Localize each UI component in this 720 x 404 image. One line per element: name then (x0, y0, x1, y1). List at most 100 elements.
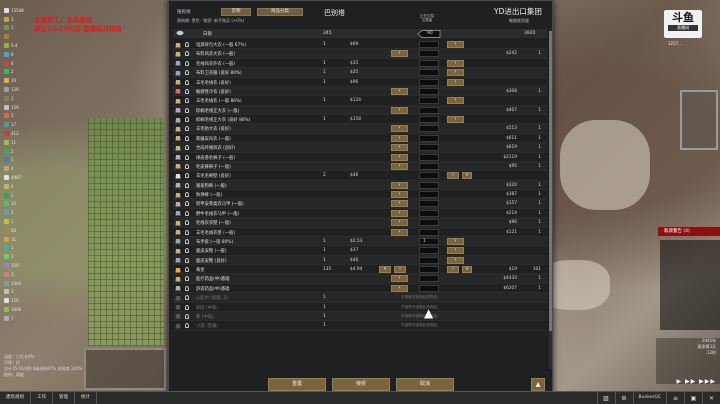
resource-row[interactable]: 5 (4, 112, 36, 121)
collapse-icon[interactable]: ▲ (531, 378, 545, 391)
trade-quantity-field[interactable] (419, 153, 439, 161)
transfer-right-button[interactable]: › (447, 59, 464, 67)
resource-row[interactable]: 7 (4, 314, 36, 323)
resource-row[interactable]: 1 (4, 94, 36, 103)
trade-quantity-field[interactable] (419, 209, 439, 217)
tab-assign[interactable]: 管理 (53, 392, 75, 404)
map-layer-icon[interactable]: ▨ (596, 392, 615, 404)
trade-row[interactable]: 敏感性冷衣 (良好) ‹ $308 1 (173, 86, 547, 97)
resource-row[interactable]: 0.4 (4, 41, 36, 50)
trade-row[interactable]: 电源背包大衣 (一般 67%) 1 $69 › (173, 40, 547, 50)
transfer-left-button[interactable]: ‹ (391, 191, 408, 198)
info-icon[interactable] (185, 51, 189, 57)
info-icon[interactable] (185, 135, 189, 141)
resource-row[interactable]: 11 (4, 138, 36, 147)
settings-icon[interactable]: ⚙ (614, 392, 633, 404)
close-icon[interactable]: ✕ (702, 392, 720, 404)
trade-row[interactable]: 鹿皮皮靴 (一般) 1 $37 › (173, 246, 547, 256)
resource-row[interactable]: 4 (4, 164, 36, 173)
accept-button[interactable]: 接受 (332, 378, 390, 391)
trade-quantity-field[interactable] (419, 116, 439, 123)
info-icon[interactable] (185, 238, 189, 244)
resource-row[interactable]: 1 (4, 191, 36, 200)
trade-quantity-field[interactable] (419, 247, 439, 255)
info-icon[interactable] (185, 323, 189, 329)
resource-row[interactable]: 2 (4, 68, 36, 77)
silver-row[interactable]: 白银 345 90 3920 (173, 29, 547, 38)
transfer-left-button[interactable]: ‹ (391, 87, 408, 95)
trade-quantity-field[interactable] (419, 284, 439, 292)
trade-row[interactable]: 合成纤维风衣 (良好) ‹ $619 1 (173, 143, 547, 153)
trade-quantity-field[interactable] (419, 200, 439, 208)
resource-row[interactable]: 1304 (4, 279, 36, 288)
info-icon[interactable] (185, 145, 189, 151)
reset-button[interactable]: 重置 (268, 378, 326, 391)
info-icon[interactable] (185, 257, 189, 263)
trade-row[interactable]: 舒适药品(中)基础 ‹ $6207 1 (173, 284, 547, 294)
info-icon[interactable] (185, 79, 189, 85)
info-icon[interactable] (185, 285, 189, 291)
resource-row[interactable]: 412 (4, 129, 36, 138)
trade-quantity-field[interactable] (419, 228, 439, 236)
transfer-left-button[interactable]: ‹ (391, 162, 408, 170)
trade-row[interactable]: 新疆皮风衣 (一般) ‹ $611 1 (173, 134, 547, 144)
trade-quantity-field[interactable] (419, 275, 439, 283)
transfer-left-button[interactable]: ‹ (391, 50, 408, 58)
info-icon[interactable] (185, 182, 189, 188)
trade-quantity-field[interactable] (419, 59, 439, 67)
transfer-right-button[interactable]: › (447, 69, 464, 77)
mod-label[interactable]: BunkerGC (632, 392, 667, 404)
trade-quantity-field[interactable] (419, 266, 439, 273)
resource-row[interactable]: 10 (4, 76, 36, 85)
goods-button[interactable]: 货物 (221, 8, 251, 16)
cancel-button[interactable]: 取消 (396, 378, 454, 391)
info-icon[interactable] (185, 304, 189, 310)
transfer-right-button[interactable]: › (447, 78, 464, 86)
trade-quantity-field[interactable] (419, 162, 439, 170)
info-icon[interactable] (185, 117, 189, 122)
trade-row[interactable]: 轻甲皮革类衣马甲 (一般) ‹ $157 1 (173, 199, 547, 209)
resource-row[interactable]: 50 (4, 226, 36, 235)
trade-row[interactable]: 羊毛毛绒衣 (良好) 1 $96 › (173, 78, 547, 87)
trade-quantity-field[interactable] (419, 172, 439, 180)
transfer-left-button[interactable]: ‹ (391, 200, 408, 208)
resource-row[interactable]: 4 (4, 59, 36, 68)
resource-row[interactable]: 1 (4, 156, 36, 165)
menu-icon[interactable]: ≡ (666, 392, 684, 404)
info-icon[interactable] (185, 192, 189, 197)
trade-quantity-field[interactable] (419, 125, 439, 133)
resource-row[interactable] (4, 32, 36, 41)
info-icon[interactable] (185, 201, 189, 207)
trade-quantity-field[interactable] (419, 256, 439, 264)
trade-row[interactable]: 羊毛毛裤壁 (良好) 2 $46 ›» (173, 171, 547, 181)
info-icon[interactable] (185, 60, 189, 66)
scroll-thumb[interactable] (549, 31, 552, 331)
transfer-right-button[interactable]: › (447, 41, 464, 48)
raid-alert[interactable]: 敌袭警告 (4) (658, 227, 720, 236)
transfer-right-button[interactable]: › (447, 256, 464, 264)
transfer-right-button[interactable]: › (447, 247, 464, 255)
trade-quantity-field[interactable] (419, 87, 439, 95)
trade-row[interactable]: 医疗药品(中)基础 ‹ $4433 1 (173, 274, 547, 284)
resource-row[interactable]: 129 (4, 85, 36, 94)
trade-quantity-field[interactable] (419, 78, 439, 86)
resource-row[interactable]: 1000 (4, 305, 36, 314)
transfer-left-button[interactable]: ‹ (391, 134, 408, 142)
resource-row[interactable]: 4 (4, 182, 36, 191)
transfer-right-button[interactable]: › (447, 116, 464, 123)
info-icon[interactable] (185, 313, 189, 319)
resource-row[interactable]: 1 (4, 217, 36, 226)
info-icon[interactable] (185, 107, 189, 113)
transfer-right-button[interactable]: › (447, 97, 464, 105)
transfer-right-button[interactable]: › (447, 172, 459, 180)
trade-row[interactable]: 富家狗裤 (一般) ‹ $320 1 (173, 180, 547, 190)
transfer-left-button[interactable]: ‹ (391, 219, 408, 227)
resource-row[interactable]: 2 (4, 147, 36, 156)
resource-row[interactable]: 4987 (4, 173, 36, 182)
trade-row[interactable]: 鹿皮皮靴 (良好) 1 $46 › (173, 255, 547, 265)
transfer-right-button[interactable]: › (447, 237, 464, 245)
info-icon[interactable] (185, 163, 189, 169)
info-icon[interactable] (185, 267, 189, 272)
info-icon[interactable] (185, 42, 189, 47)
transfer-right-button[interactable]: › (447, 266, 459, 273)
